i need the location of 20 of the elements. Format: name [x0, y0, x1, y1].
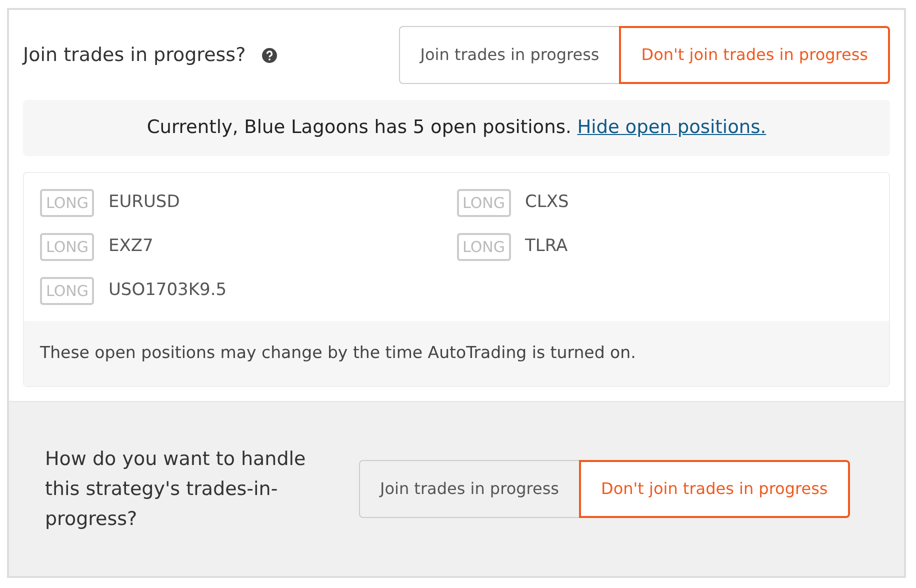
position-tag: LONG	[40, 276, 94, 305]
hide-positions-link[interactable]: Hide open positions.	[577, 117, 766, 138]
option-button[interactable]: Don't join trades in progress	[619, 26, 890, 84]
position-tag: LONG	[40, 188, 94, 217]
option-button[interactable]: Join trades in progress	[359, 460, 579, 518]
position-tag: LONG	[456, 232, 511, 261]
position-tag: LONG	[456, 188, 511, 217]
question-label: Join trades in progress?	[23, 42, 246, 68]
position-tag: LONG	[40, 232, 94, 261]
open-positions-notice: Currently, Blue Lagoons has 5 open positions. Hide open positions.	[23, 100, 890, 156]
positions-note: These open positions may change by the time AutoTrading is turned on.	[24, 320, 889, 386]
position-symbol: CLXS	[524, 191, 569, 214]
help-icon[interactable]	[262, 48, 277, 62]
position-symbol: EXZ7	[108, 235, 154, 258]
question-label: How do you want to handle this strategy's trades-in-progress?	[45, 446, 307, 532]
position-symbol: USO1703K9.5	[108, 279, 227, 302]
option-button[interactable]: Don't join trades in progress	[579, 460, 850, 518]
position-symbol: TLRA	[524, 235, 568, 258]
position-symbol: EURUSD	[108, 191, 180, 214]
option-button[interactable]: Join trades in progress	[399, 26, 620, 84]
